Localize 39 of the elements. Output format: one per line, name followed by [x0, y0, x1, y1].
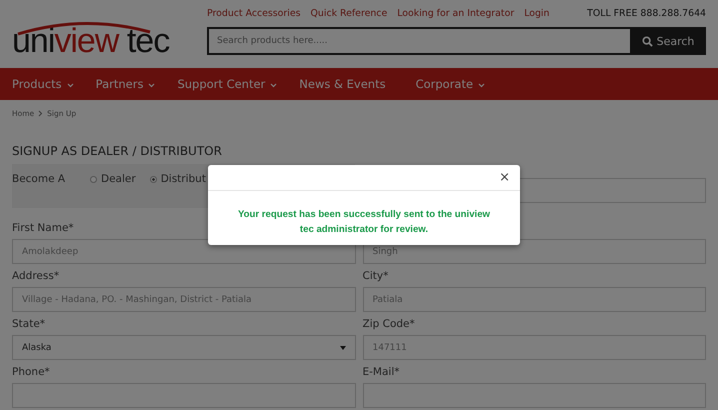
radio-option[interactable]: Dealer — [90, 173, 136, 185]
field-label: Phone* — [12, 365, 50, 380]
field-label: E-Mail* — [362, 365, 400, 380]
top-link[interactable]: Login — [524, 8, 550, 19]
search-icon — [642, 36, 653, 46]
search-button[interactable]: Search — [630, 27, 706, 55]
select-field[interactable]: Alaska — [12, 335, 356, 360]
toll-free-number: TOLL FREE 888.288.7644 — [587, 8, 706, 19]
input-field[interactable] — [12, 383, 356, 408]
nav-item[interactable]: Products — [12, 77, 74, 91]
input-field[interactable]: 147111 — [362, 335, 706, 360]
chevron-right-icon — [38, 110, 44, 116]
top-link[interactable]: Product Accessories — [207, 8, 301, 19]
chevron-down-icon — [270, 83, 278, 88]
form-title: SIGNUP AS DEALER / DISTRIBUTOR — [12, 144, 223, 160]
field-label: State* — [12, 317, 46, 332]
top-link[interactable]: Quick Reference — [310, 8, 388, 19]
dropdown-arrow-icon — [340, 346, 346, 350]
input-field[interactable]: Village - Hadana, PO. - Mashingan, District - Patiala — [12, 287, 356, 312]
input-field[interactable]: Patiala — [362, 287, 706, 312]
radio-option[interactable]: Distribut — [150, 173, 206, 185]
close-button[interactable]: × — [497, 170, 512, 184]
nav-item[interactable]: Corporate — [416, 77, 486, 91]
logo[interactable]: uniview tec — [12, 0, 207, 68]
field-label: Become A — [12, 173, 66, 185]
nav-item[interactable]: Support Center — [177, 77, 278, 91]
nav-item[interactable]: News & Events — [299, 77, 386, 91]
success-message: Your request has been successfully sent to the uniview tec administrator for review. — [237, 208, 491, 237]
chevron-down-icon — [478, 83, 486, 88]
field-label: First Name* — [12, 221, 74, 236]
input-field[interactable] — [362, 383, 706, 408]
chevron-down-icon — [148, 83, 156, 88]
field-label: Zip Code* — [362, 317, 415, 332]
top-link[interactable]: Looking for an Integrator — [397, 8, 514, 19]
search-field[interactable]: Search products here..... — [207, 27, 630, 55]
chevron-down-icon — [66, 83, 74, 88]
field-label: City* — [362, 269, 388, 284]
field-label: Address* — [12, 269, 60, 284]
nav-item[interactable]: Partners — [96, 77, 156, 91]
